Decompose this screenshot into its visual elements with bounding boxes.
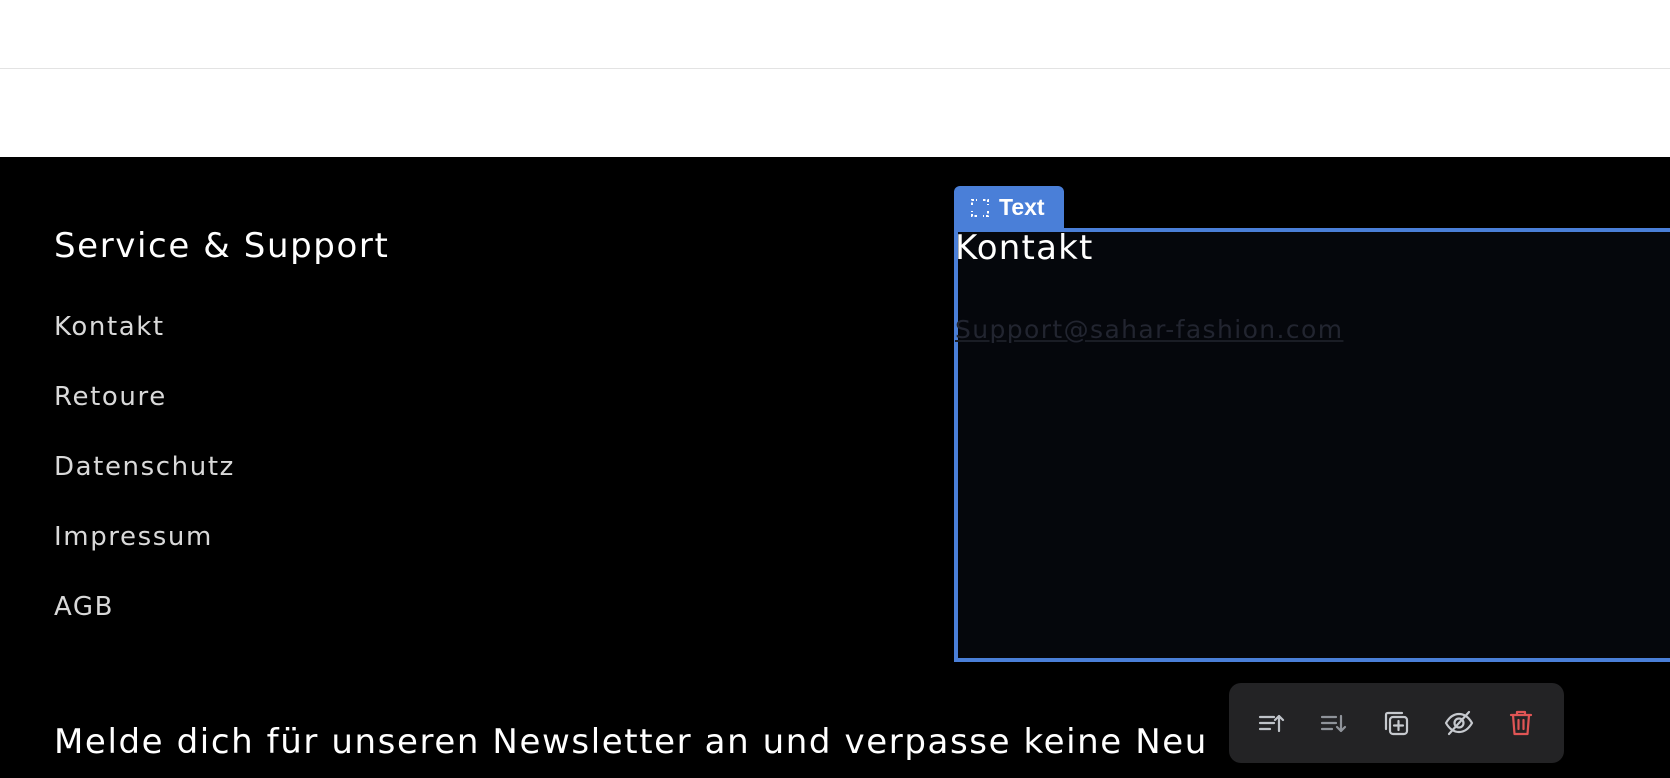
- hide-icon: [1444, 710, 1473, 736]
- footer-link-impressum[interactable]: Impressum: [54, 524, 213, 550]
- site-footer: Service & Support Kontakt Retoure Datens…: [0, 157, 1670, 778]
- footer-link-agb[interactable]: AGB: [54, 594, 114, 620]
- delete-icon: [1509, 710, 1532, 736]
- duplicate-button[interactable]: [1372, 699, 1420, 747]
- footer-link-retoure[interactable]: Retoure: [54, 384, 167, 410]
- element-action-toolbar: [1229, 683, 1564, 763]
- list-item: AGB: [54, 594, 654, 664]
- contact-heading: Kontakt: [955, 228, 1094, 268]
- move-up-button[interactable]: [1248, 699, 1296, 747]
- footer-link-datenschutz[interactable]: Datenschutz: [54, 454, 235, 480]
- service-links-list: Kontakt Retoure Datenschutz Impressum AG…: [54, 314, 654, 664]
- newsletter-heading: Melde dich für unseren Newsletter an und…: [54, 722, 1208, 762]
- selected-element-tag[interactable]: Text: [954, 186, 1064, 229]
- delete-button[interactable]: [1497, 699, 1545, 747]
- footer-link-kontakt[interactable]: Kontakt: [54, 314, 165, 340]
- list-item: Kontakt: [54, 314, 654, 384]
- move-up-icon: [1258, 714, 1285, 733]
- duplicate-icon: [1385, 711, 1409, 736]
- move-down-icon: [1321, 714, 1347, 733]
- selected-element-label: Text: [999, 194, 1045, 220]
- list-item: Retoure: [54, 384, 654, 454]
- list-item: Impressum: [54, 524, 654, 594]
- list-item: Datenschutz: [54, 454, 654, 524]
- page-content-area: [0, 69, 1670, 157]
- contact-email-link[interactable]: Support@sahar-fashion.com: [955, 317, 1343, 342]
- move-down-button[interactable]: [1310, 699, 1358, 747]
- top-header-bar: [0, 0, 1670, 69]
- hide-button[interactable]: [1435, 699, 1483, 747]
- service-support-column: Service & Support Kontakt Retoure Datens…: [54, 229, 654, 664]
- service-support-heading: Service & Support: [54, 226, 390, 266]
- frame-select-icon: [971, 198, 989, 217]
- selected-text-block[interactable]: [954, 228, 1670, 662]
